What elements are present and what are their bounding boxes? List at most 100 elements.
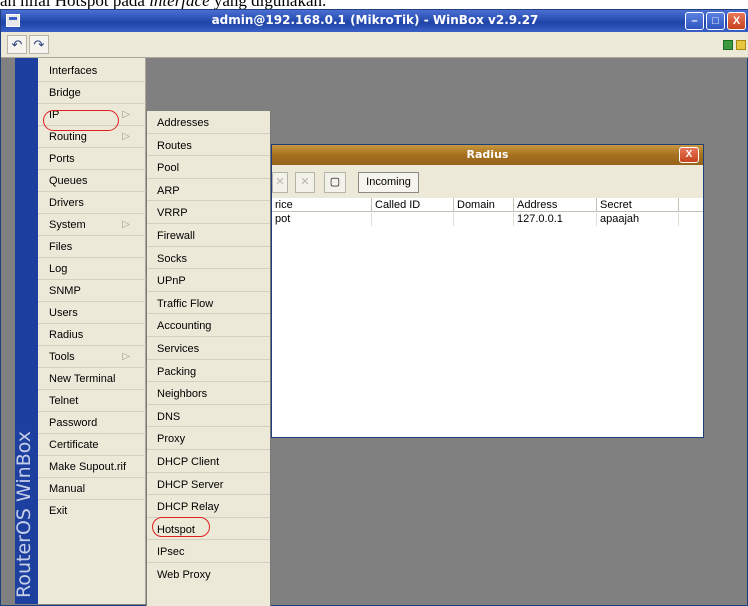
submenu-item-accounting[interactable]: Accounting bbox=[147, 314, 270, 337]
window-titlebar[interactable]: admin@192.168.0.1 (MikroTik) - WinBox v2… bbox=[1, 10, 748, 32]
menu-item-telnet[interactable]: Telnet bbox=[38, 390, 146, 412]
submenu-item-neighbors[interactable]: Neighbors bbox=[147, 382, 270, 405]
submenu-item-dhcp-relay[interactable]: DHCP Relay bbox=[147, 495, 270, 518]
minimize-button[interactable]: – bbox=[685, 12, 704, 30]
column-header-extra bbox=[679, 198, 703, 212]
redo-button[interactable]: ↷ bbox=[29, 35, 49, 54]
window-title: admin@192.168.0.1 (MikroTik) - WinBox v2… bbox=[211, 13, 539, 27]
cell-domain bbox=[454, 213, 514, 226]
submenu-item-proxy[interactable]: Proxy bbox=[147, 427, 270, 450]
submenu-item-packing[interactable]: Packing bbox=[147, 360, 270, 383]
lock-icon bbox=[736, 40, 746, 50]
menu-item-label: Ports bbox=[49, 153, 75, 165]
submenu-item-hotspot[interactable]: Hotspot bbox=[147, 518, 270, 541]
document-text: an nilai Hotspot pada interface yang dig… bbox=[0, 0, 748, 9]
disable-icon[interactable]: ✕ bbox=[295, 172, 315, 193]
menu-item-queues[interactable]: Queues bbox=[38, 170, 146, 192]
submenu-arrow-icon: ▷ bbox=[122, 109, 130, 120]
brand-text: RouterOS WinBox bbox=[13, 430, 35, 598]
incoming-button[interactable]: Incoming bbox=[358, 172, 419, 193]
submenu-item-socks[interactable]: Socks bbox=[147, 247, 270, 270]
submenu-item-upnp[interactable]: UPnP bbox=[147, 269, 270, 292]
menu-item-label: IP bbox=[49, 109, 60, 121]
submenu-item-traffic-flow[interactable]: Traffic Flow bbox=[147, 292, 270, 315]
cell-secret: apaajah bbox=[597, 213, 679, 226]
radius-close-button[interactable]: X bbox=[679, 147, 699, 163]
radius-titlebar[interactable]: Radius X bbox=[272, 145, 703, 165]
document-text-after: yang digunakan. bbox=[210, 0, 326, 9]
menu-item-new-terminal[interactable]: New Terminal bbox=[38, 368, 146, 390]
menu-item-manual[interactable]: Manual bbox=[38, 478, 146, 500]
remove-icon[interactable]: ✕ bbox=[272, 172, 288, 193]
comment-icon[interactable]: ▢ bbox=[324, 172, 346, 193]
submenu-item-ipsec[interactable]: IPsec bbox=[147, 540, 270, 563]
submenu-item-vrrp[interactable]: VRRP bbox=[147, 201, 270, 224]
undo-button[interactable]: ↶ bbox=[7, 35, 27, 54]
menu-item-label: Log bbox=[49, 263, 68, 275]
submenu-item-arp[interactable]: ARP bbox=[147, 179, 270, 202]
radius-window: Radius X ✕ ✕ ▢ Incoming rice Called ID D… bbox=[271, 144, 704, 438]
menu-item-system[interactable]: System ▷ bbox=[38, 214, 146, 236]
menu-item-files[interactable]: Files bbox=[38, 236, 146, 258]
brand-text-wrap: RouterOS WinBox bbox=[13, 378, 37, 598]
menu-item-bridge[interactable]: Bridge bbox=[38, 82, 146, 104]
menu-item-label: Routing bbox=[49, 131, 87, 143]
submenu-item-dns[interactable]: DNS bbox=[147, 405, 270, 428]
menu-item-snmp[interactable]: SNMP bbox=[38, 280, 146, 302]
menu-item-routing[interactable]: Routing ▷ bbox=[38, 126, 146, 148]
menu-item-make-supout[interactable]: Make Supout.rif bbox=[38, 456, 146, 478]
menu-item-users[interactable]: Users bbox=[38, 302, 146, 324]
submenu-arrow-icon: ▷ bbox=[122, 219, 130, 230]
menu-item-ip[interactable]: IP ▷ bbox=[38, 104, 146, 126]
main-menu: Interfaces Bridge IP ▷ Routing ▷ Ports Que… bbox=[38, 58, 146, 604]
menu-item-label: Users bbox=[49, 307, 78, 319]
radius-toolbar: ✕ ✕ ▢ Incoming bbox=[272, 165, 703, 198]
submenu-item-services[interactable]: Services bbox=[147, 337, 270, 360]
menu-item-label: Telnet bbox=[49, 395, 79, 407]
column-header-address[interactable]: Address bbox=[514, 198, 597, 212]
menu-item-label: Make Supout.rif bbox=[49, 461, 127, 473]
menu-item-label: System bbox=[49, 219, 86, 231]
submenu-arrow-icon: ▷ bbox=[122, 131, 130, 142]
submenu-item-dhcp-server[interactable]: DHCP Server bbox=[147, 473, 270, 496]
menu-item-password[interactable]: Password bbox=[38, 412, 146, 434]
menu-item-tools[interactable]: Tools ▷ bbox=[38, 346, 146, 368]
ip-submenu: Addresses Routes Pool ARP VRRP Firewall … bbox=[146, 111, 271, 606]
menu-item-ports[interactable]: Ports bbox=[38, 148, 146, 170]
column-header-called-id[interactable]: Called ID bbox=[372, 198, 454, 212]
brand-strip: RouterOS WinBox bbox=[13, 58, 38, 604]
menu-item-label: Queues bbox=[49, 175, 88, 187]
column-header-secret[interactable]: Secret bbox=[597, 198, 679, 212]
submenu-item-pool[interactable]: Pool bbox=[147, 156, 270, 179]
submenu-item-routes[interactable]: Routes bbox=[147, 134, 270, 157]
submenu-item-dhcp-client[interactable]: DHCP Client bbox=[147, 450, 270, 473]
cell-called-id bbox=[372, 213, 454, 226]
menu-item-label: Drivers bbox=[49, 197, 84, 209]
submenu-item-web-proxy[interactable]: Web Proxy bbox=[147, 563, 270, 586]
document-text-before: an nilai Hotspot pada bbox=[0, 0, 149, 9]
cell-service: pot bbox=[272, 213, 372, 226]
submenu-item-addresses[interactable]: Addresses bbox=[147, 111, 270, 134]
menu-item-label: Certificate bbox=[49, 439, 99, 451]
radius-window-title: Radius bbox=[466, 148, 509, 161]
menu-item-exit[interactable]: Exit bbox=[38, 500, 146, 522]
cell-address: 127.0.0.1 bbox=[514, 213, 597, 226]
submenu-arrow-icon: ▷ bbox=[122, 351, 130, 362]
menu-item-label: Interfaces bbox=[49, 65, 98, 77]
menu-item-log[interactable]: Log bbox=[38, 258, 146, 280]
close-button[interactable]: X bbox=[727, 12, 746, 30]
main-toolbar: ↶ ↷ bbox=[1, 32, 748, 58]
menu-item-interfaces[interactable]: Interfaces bbox=[38, 60, 146, 82]
menu-item-certificate[interactable]: Certificate bbox=[38, 434, 146, 456]
table-row[interactable]: pot 127.0.0.1 apaajah bbox=[272, 213, 703, 226]
table-header: rice Called ID Domain Address Secret bbox=[272, 198, 703, 212]
menu-item-label: Password bbox=[49, 417, 98, 429]
menu-item-radius[interactable]: Radius bbox=[38, 324, 146, 346]
menu-item-label: Radius bbox=[49, 329, 84, 341]
maximize-button[interactable]: □ bbox=[706, 12, 725, 30]
menu-item-label: Files bbox=[49, 241, 73, 253]
column-header-service[interactable]: rice bbox=[272, 198, 372, 212]
submenu-item-firewall[interactable]: Firewall bbox=[147, 224, 270, 247]
menu-item-drivers[interactable]: Drivers bbox=[38, 192, 146, 214]
column-header-domain[interactable]: Domain bbox=[454, 198, 514, 212]
